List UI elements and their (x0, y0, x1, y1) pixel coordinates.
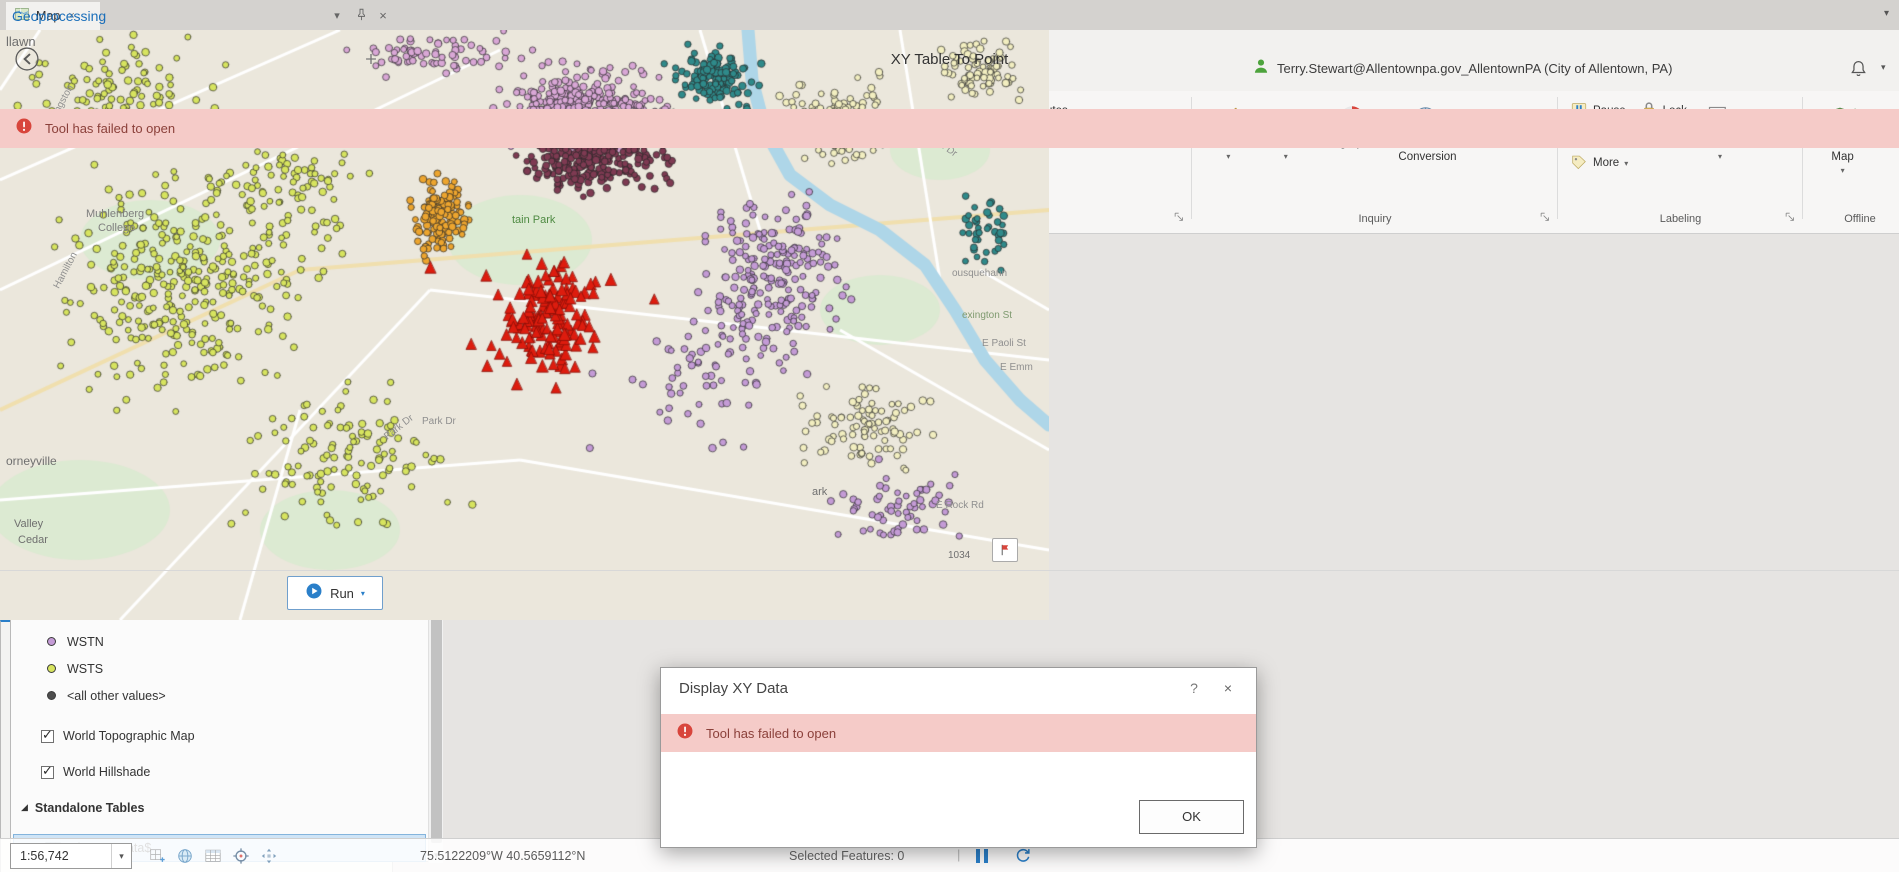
error-icon (15, 117, 33, 140)
dialog-launcher-icon[interactable] (1172, 210, 1188, 226)
standalone-tables-header[interactable]: ◢ Standalone Tables (11, 794, 428, 821)
layer-symbol-circle (47, 691, 56, 700)
dialog-error-text: Tool has failed to open (706, 725, 837, 741)
layer-symbol-circle (47, 637, 56, 646)
refresh-icon[interactable] (1014, 846, 1032, 869)
basemap-layer-item[interactable]: ✓ World Hillshade (11, 757, 428, 787)
map-view-pane: Map × ▾ llawn Livingston Muhlenberg College… (0, 0, 1899, 872)
ok-button[interactable]: OK (1139, 800, 1244, 834)
dialog-launcher-icon[interactable] (1783, 210, 1799, 226)
pan-tool-icon[interactable] (258, 845, 280, 867)
error-icon (676, 722, 694, 745)
layer-label: WSTN (67, 634, 104, 649)
scale-value: 1:56,742 (20, 849, 69, 863)
view-tab-bar: Map × ▾ (0, 0, 1899, 30)
layer-label: World Topographic Map (63, 729, 195, 743)
layer-label: WSTS (67, 661, 104, 676)
run-chevron-icon: ▾ (360, 588, 365, 598)
scrollbar-thumb[interactable] (431, 612, 442, 843)
run-label: Run (330, 585, 354, 601)
dialog-launcher-icon[interactable] (1538, 210, 1554, 226)
layer-symbol-circle (47, 664, 56, 673)
map-note-flag-icon[interactable] (992, 538, 1018, 562)
dialog-title: Display XY Data (679, 680, 788, 697)
add-to-favorites-icon[interactable] (362, 50, 380, 73)
collapse-expander-icon[interactable]: ◢ (21, 802, 28, 813)
standalone-tables-label: Standalone Tables (34, 800, 145, 815)
dialog-close-icon[interactable]: × (1219, 679, 1237, 697)
scale-chevron-icon[interactable]: ▾ (111, 844, 131, 868)
ribbon-group-label: Labeling (1659, 213, 1702, 225)
ribbon-group-label: Inquiry (1358, 213, 1392, 225)
more-labeling-icon (1570, 152, 1588, 175)
ribbon-group-label: Offline (1844, 213, 1876, 225)
dialog-error-banner: Tool has failed to open (661, 714, 1256, 752)
scale-combo[interactable]: 1:56,742 ▾ (10, 843, 132, 869)
more-labeling-button[interactable]: More ▾ (1566, 151, 1632, 175)
layer-legend-item[interactable]: WSTN (11, 628, 428, 655)
run-bar-divider (0, 570, 1899, 571)
cursor-coordinates: 75.5122209°W 40.5659112°N (420, 849, 586, 863)
pane-menu-chevron-icon[interactable]: ▾ (328, 7, 346, 25)
pane-close-icon[interactable]: × (374, 7, 392, 25)
full-extent-icon[interactable] (174, 845, 196, 867)
basemap-layer-item[interactable]: ✓ World Topographic Map (11, 721, 428, 751)
layer-checkbox[interactable]: ✓ (41, 727, 54, 743)
view-list-chevron-icon[interactable]: ▾ (1884, 8, 1889, 19)
small-button-row: More ▾ (1566, 151, 1691, 175)
go-to-xy-icon[interactable] (230, 845, 252, 867)
status-divider: | (957, 847, 961, 862)
layer-label: <all other values> (67, 688, 166, 703)
layer-legend-item[interactable]: <all other values> (11, 682, 428, 709)
pane-pin-icon[interactable] (352, 7, 370, 25)
run-play-icon (305, 582, 323, 605)
layer-legend-item[interactable]: WSTS (11, 655, 428, 682)
display-xy-data-dialog: Display XY Data ? × Tool has failed to o… (660, 667, 1257, 848)
tool-error-banner: Tool has failed to open (0, 109, 1899, 148)
geoprocessing-pane-title: Geoprocessing (12, 8, 107, 24)
attribute-table-icon[interactable] (202, 845, 224, 867)
run-button[interactable]: Run ▾ (287, 576, 383, 610)
layer-checkbox[interactable]: ✓ (41, 763, 54, 779)
tool-error-text: Tool has failed to open (45, 121, 176, 136)
layer-label: World Hillshade (63, 765, 151, 779)
snapping-toggle-icon[interactable] (146, 845, 168, 867)
dialog-help-icon[interactable]: ? (1185, 679, 1203, 697)
arcgis-pro-window: ▾▾ FireDept - Map - ArcGIS Pro Standalon… (0, 0, 1899, 872)
tool-title: XY Table To Point (890, 51, 1009, 68)
pause-drawing-icon[interactable] (976, 849, 990, 863)
